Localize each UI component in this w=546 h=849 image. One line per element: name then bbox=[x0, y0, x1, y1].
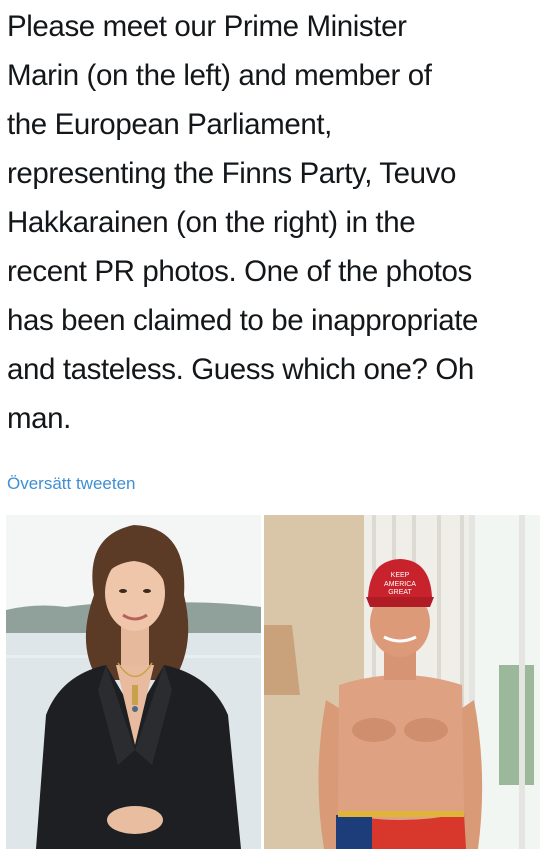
tweet-media-grid: KEEP AMERICA GREAT bbox=[6, 515, 540, 849]
photo-right-image: KEEP AMERICA GREAT bbox=[264, 515, 540, 849]
photo-left[interactable] bbox=[6, 515, 261, 849]
cap-text-great: GREAT bbox=[388, 589, 412, 596]
cap-text-america: AMERICA bbox=[384, 581, 416, 588]
tweet-text: Please meet our Prime Minister Marin (on… bbox=[7, 10, 479, 435]
translate-tweet-link[interactable]: Översätt tweeten bbox=[7, 474, 136, 494]
photo-right[interactable]: KEEP AMERICA GREAT bbox=[264, 515, 540, 849]
cap-text-keep: KEEP bbox=[391, 572, 410, 579]
photo-left-image bbox=[6, 515, 261, 849]
